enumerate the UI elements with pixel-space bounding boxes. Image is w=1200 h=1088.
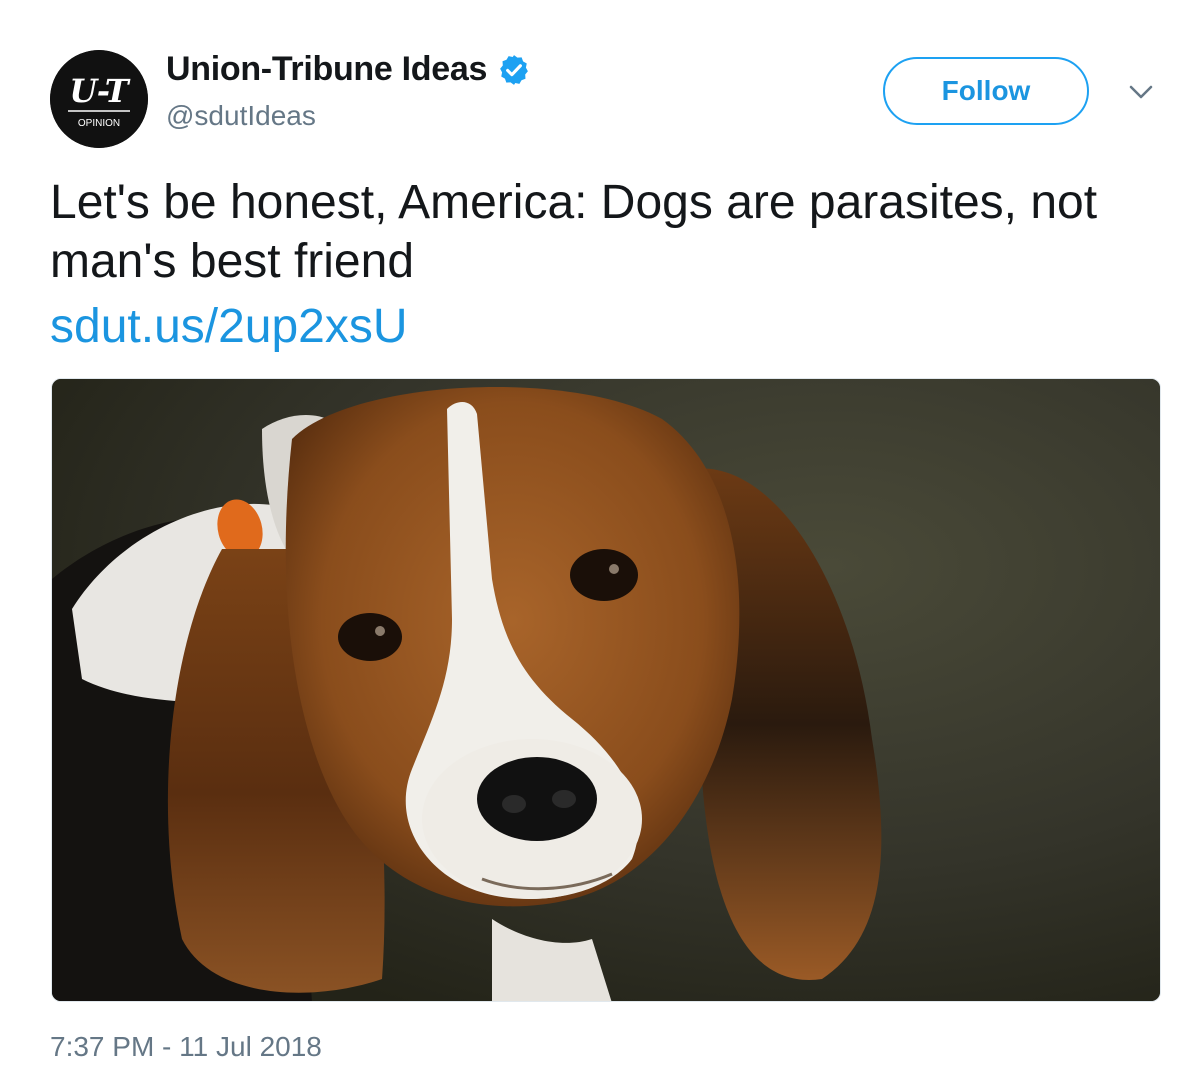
avatar[interactable]: U-T OPINION	[50, 50, 148, 148]
follow-button[interactable]: Follow	[883, 57, 1089, 125]
svg-text:OPINION: OPINION	[78, 118, 120, 129]
display-name[interactable]: Union-Tribune Ideas	[166, 50, 531, 89]
tweet-link[interactable]: sdut.us/2up2xsU	[50, 297, 408, 356]
ut-opinion-logo-icon: U-T OPINION	[50, 50, 148, 148]
user-handle[interactable]: @sdutIdeas	[166, 100, 316, 132]
verified-badge-icon	[500, 54, 528, 85]
tweet-card: U-T OPINION Union-Tribune Ideas @sdutIde…	[0, 0, 1200, 1088]
beagle-puppy-image	[52, 379, 1160, 1001]
tweet-text: Let's be honest, America: Dogs are paras…	[50, 176, 1098, 288]
chevron-down-icon[interactable]	[1127, 82, 1155, 102]
display-name-text[interactable]: Union-Tribune Ideas	[166, 50, 487, 89]
svg-text:U-T: U-T	[69, 72, 130, 110]
tweet-timestamp[interactable]: 7:37 PM - 11 Jul 2018	[50, 1031, 322, 1063]
tweet-photo[interactable]	[51, 378, 1161, 1002]
